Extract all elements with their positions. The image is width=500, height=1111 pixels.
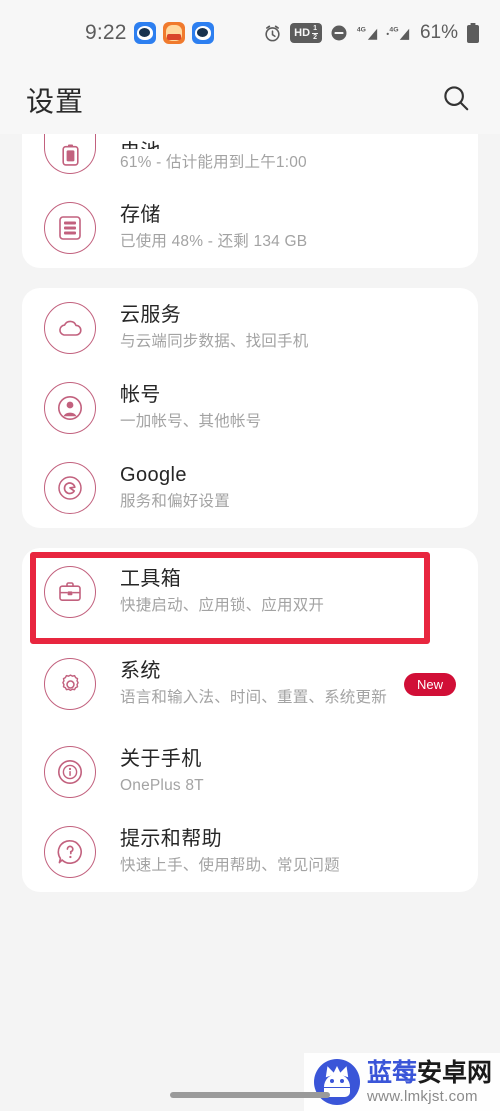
svg-text:4G: 4G xyxy=(357,26,366,33)
settings-row-text: Google 服务和偏好设置 xyxy=(120,463,456,513)
settings-row-text: 帐号 一加帐号、其他帐号 xyxy=(120,383,456,433)
google-icon xyxy=(44,462,96,514)
settings-row-system[interactable]: 系统 语言和输入法、时间、重置、系统更新 New xyxy=(22,636,478,732)
settings-row-subtitle: 服务和偏好设置 xyxy=(120,492,230,510)
status-bar-left: 9:22 xyxy=(85,21,214,45)
help-icon xyxy=(44,826,96,878)
settings-row-text: 存储 已使用 48% - 还剩 134 GB xyxy=(120,203,456,253)
settings-row-subtitle: 已使用 48% - 还剩 134 GB xyxy=(120,232,308,250)
settings-row-subtitle: 快捷启动、应用锁、应用双开 xyxy=(120,596,325,614)
storage-icon xyxy=(44,202,96,254)
settings-row-cloud-service[interactable]: 云服务 与云端同步数据、找回手机 xyxy=(22,288,478,368)
settings-row-subtitle: 61% - 估计能用到上午1:00 xyxy=(120,153,307,171)
settings-row-text: 系统 语言和输入法、时间、重置、系统更新 New xyxy=(120,659,456,709)
settings-row-subtitle: 快速上手、使用帮助、常见问题 xyxy=(120,856,340,874)
settings-card-system: 工具箱 快捷启动、应用锁、应用双开 系统 语言和输入法、时间、重置、系统更新 N… xyxy=(22,548,478,892)
settings-row-text: 电池 61% - 估计能用到上午1:00 xyxy=(120,140,456,174)
settings-row-text: 云服务 与云端同步数据、找回手机 xyxy=(120,303,456,353)
page-title: 设置 xyxy=(26,86,85,117)
settings-row-about-phone[interactable]: 关于手机 OnePlus 8T xyxy=(22,732,478,812)
settings-row-tips-and-support[interactable]: 提示和帮助 快速上手、使用帮助、常见问题 xyxy=(22,812,478,892)
volte-frac-top: 1 xyxy=(312,25,318,34)
android-mascot-icon xyxy=(313,1059,360,1105)
settings-card-accounts: 云服务 与云端同步数据、找回手机 帐号 一加帐号、其他帐号 Google 服务和… xyxy=(22,288,478,528)
watermark-text: 蓝莓安卓网 www.lmkjst.com xyxy=(366,1058,492,1105)
watermark-brand: 蓝莓安卓网 xyxy=(366,1058,492,1087)
watermark-url: www.lmkjst.com xyxy=(366,1087,478,1105)
alarm-icon xyxy=(263,24,282,43)
status-bar-right: HD 1 2 4G 4G 61% xyxy=(263,22,480,44)
page-header: 设置 xyxy=(0,66,500,134)
site-watermark: 蓝莓安卓网 www.lmkjst.com xyxy=(303,1053,500,1111)
settings-list[interactable]: 电池 61% - 估计能用到上午1:00 存储 已使用 48% - 还剩 134… xyxy=(0,134,500,892)
settings-row-title: 帐号 xyxy=(120,383,161,406)
settings-row-title: 存储 xyxy=(120,203,161,226)
info-icon xyxy=(44,746,96,798)
do-not-disturb-icon xyxy=(330,24,348,42)
volte-hd-icon: HD 1 2 xyxy=(290,23,322,43)
search-icon xyxy=(441,83,471,118)
chat-app-icon xyxy=(133,22,156,44)
food-app-icon xyxy=(162,22,185,44)
settings-row-title: 电池 xyxy=(120,140,456,149)
status-clock: 9:22 xyxy=(85,21,127,44)
search-button[interactable] xyxy=(436,80,476,120)
signal-4g-icon-2: 4G xyxy=(386,24,410,42)
volte-frac-bottom: 2 xyxy=(313,33,317,41)
settings-row-title: 云服务 xyxy=(120,303,182,326)
settings-row-subtitle: 与云端同步数据、找回手机 xyxy=(120,332,309,350)
settings-card-status: 电池 61% - 估计能用到上午1:00 存储 已使用 48% - 还剩 134… xyxy=(22,134,478,268)
settings-row-subtitle: OnePlus 8T xyxy=(120,776,204,794)
settings-row-battery[interactable]: 电池 61% - 估计能用到上午1:00 xyxy=(22,134,478,188)
battery-percent-label: 61% xyxy=(419,22,458,43)
watermark-brand-part1: 蓝莓 xyxy=(366,1058,417,1087)
toolbox-icon xyxy=(44,566,96,618)
settings-row-storage[interactable]: 存储 已使用 48% - 还剩 134 GB xyxy=(22,188,478,268)
settings-row-toolbox[interactable]: 工具箱 快捷启动、应用锁、应用双开 xyxy=(22,548,478,636)
settings-row-text: 工具箱 快捷启动、应用锁、应用双开 xyxy=(120,567,456,617)
settings-row-subtitle: 一加帐号、其他帐号 xyxy=(120,412,262,430)
account-icon xyxy=(44,382,96,434)
settings-row-account[interactable]: 帐号 一加帐号、其他帐号 xyxy=(22,368,478,448)
settings-row-google[interactable]: Google 服务和偏好设置 xyxy=(22,448,478,528)
chat-app-icon-2 xyxy=(191,22,214,44)
settings-row-subtitle: 语言和输入法、时间、重置、系统更新 xyxy=(120,688,387,706)
settings-row-title: 工具箱 xyxy=(120,567,182,590)
settings-row-title: 提示和帮助 xyxy=(120,827,222,850)
volte-label: HD xyxy=(294,26,311,39)
settings-row-text: 关于手机 OnePlus 8T xyxy=(120,747,456,797)
gesture-navigation-bar[interactable] xyxy=(170,1092,330,1098)
status-badge: New xyxy=(403,672,456,696)
gear-icon xyxy=(44,658,96,710)
settings-row-title: 系统 xyxy=(120,659,161,682)
watermark-brand-part2: 安卓网 xyxy=(416,1058,492,1087)
settings-row-title: 关于手机 xyxy=(120,747,202,770)
status-bar: 9:22 HD 1 2 4G 4G 61% xyxy=(0,0,500,66)
signal-4g-icon-1: 4G xyxy=(356,24,378,42)
battery-outline-icon xyxy=(44,134,96,174)
settings-row-text: 提示和帮助 快速上手、使用帮助、常见问题 xyxy=(120,827,456,877)
svg-text:4G: 4G xyxy=(389,26,398,33)
settings-row-title: Google xyxy=(120,463,187,486)
cloud-icon xyxy=(44,302,96,354)
battery-icon xyxy=(466,22,480,44)
